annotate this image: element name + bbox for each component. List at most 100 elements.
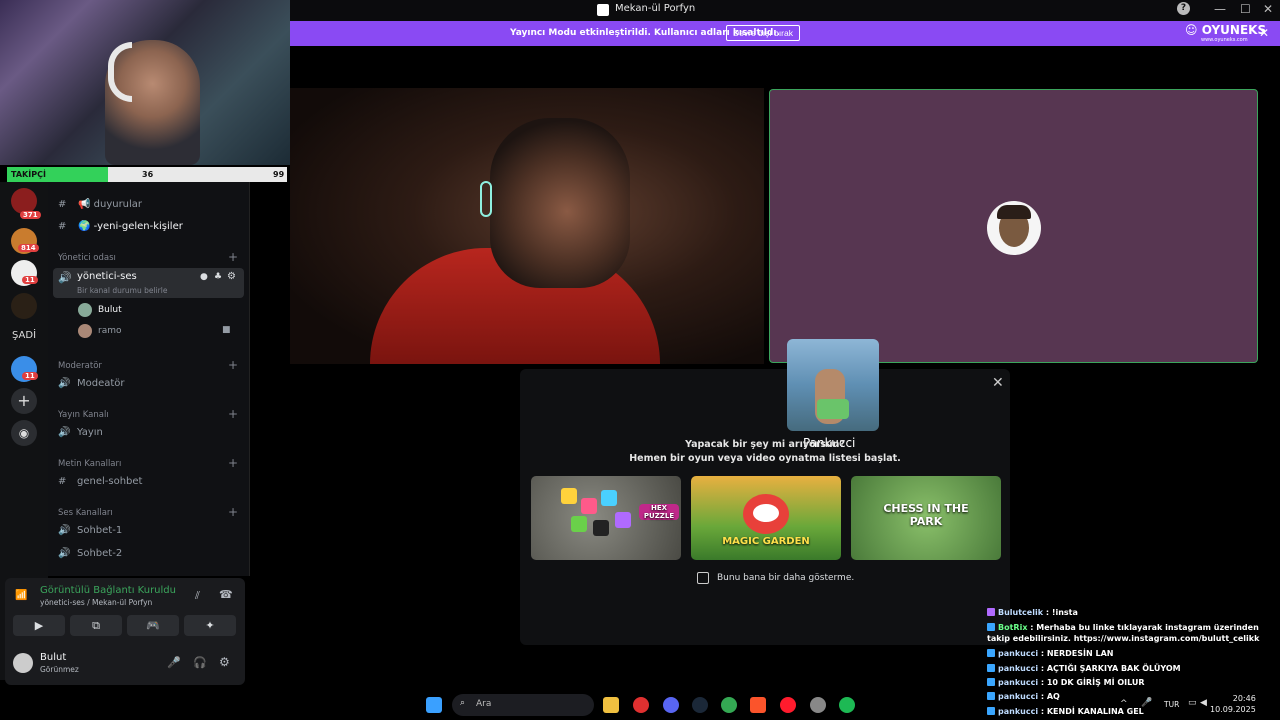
chrome-icon[interactable]: [721, 697, 737, 713]
language-indicator[interactable]: TUR: [1164, 700, 1179, 709]
logo-url: www.oyuneks.com: [1201, 37, 1248, 43]
voice-connection-panel: 📶 Görüntülü Bağlantı Kuruldu yönetici-se…: [5, 578, 245, 685]
file-explorer-icon[interactable]: [603, 697, 619, 713]
game-card-magic-garden[interactable]: MAGIC GARDEN: [691, 476, 841, 560]
badge-icon: [987, 678, 995, 686]
server-badge-5: 11: [22, 372, 38, 380]
obs-icon[interactable]: [810, 697, 826, 713]
microphone-icon[interactable]: 🎤: [167, 656, 181, 669]
dont-show-again-label[interactable]: Bunu bana bir daha gösterme.: [717, 573, 854, 583]
camera-toggle-button[interactable]: ▶: [13, 615, 65, 636]
steam-icon[interactable]: [692, 697, 708, 713]
user-name: Bulut: [40, 652, 67, 663]
category-moderator[interactable]: Moderatör: [58, 361, 102, 371]
chat-message: Bulutcelik : !insta: [987, 607, 1272, 618]
channel-status-hint[interactable]: Bir kanal durumu belirle: [77, 286, 167, 295]
channel-moderator[interactable]: Modeatör: [77, 378, 125, 389]
add-channel-icon[interactable]: +: [228, 250, 238, 264]
headphones-icon[interactable]: 🎧: [193, 656, 207, 669]
taskbar-search[interactable]: ⌕ Ara: [452, 694, 594, 716]
screen-share-button[interactable]: ⧉: [70, 615, 122, 636]
close-icon[interactable]: ✕: [1263, 2, 1273, 16]
youtube-icon[interactable]: [633, 697, 649, 713]
speaker-icon: 🔊: [58, 271, 72, 284]
video-tile-avatar[interactable]: [769, 89, 1258, 363]
user-settings-icon[interactable]: ⚙: [219, 655, 230, 669]
add-channel-icon[interactable]: +: [228, 358, 238, 372]
voice-status[interactable]: Görüntülü Bağlantı Kuruldu: [40, 585, 176, 596]
disconnect-icon[interactable]: ☎: [219, 588, 233, 601]
brave-icon[interactable]: [750, 697, 766, 713]
member-ramo[interactable]: ramo: [98, 326, 122, 336]
signal-icon[interactable]: 📶: [15, 590, 27, 601]
server-icon-4[interactable]: [11, 293, 37, 319]
category-yayin[interactable]: Yayın Kanalı: [58, 410, 109, 420]
clock[interactable]: 20:46 10.09.2025: [1210, 693, 1256, 715]
add-server-icon[interactable]: +: [11, 388, 37, 414]
badge-icon: [987, 664, 995, 672]
maximize-icon[interactable]: ☐: [1240, 2, 1251, 16]
add-channel-icon[interactable]: +: [228, 407, 238, 421]
follower-goal-bar: TAKİPÇİ 36 99: [7, 167, 287, 182]
channel-duyurular[interactable]: 📢 duyurular: [78, 199, 142, 210]
channel-yeni-gelen[interactable]: 🌍 -yeni-gelen-kişiler: [78, 221, 183, 232]
voice-location[interactable]: yönetici-ses / Mekan-ül Porfyn: [40, 598, 152, 607]
follower-goal-label: TAKİPÇİ: [11, 170, 46, 179]
server-text-icon[interactable]: ŞADİ: [12, 330, 36, 341]
banner-close-icon[interactable]: ✕: [1259, 26, 1269, 40]
disable-streamer-mode-button[interactable]: Devre dışı bırak: [726, 25, 800, 41]
channel-yonetici-ses: yönetici-ses: [77, 271, 137, 282]
volume-icon[interactable]: ◀: [1200, 698, 1207, 708]
chat-message: pankucci : NERDESİN LAN: [987, 648, 1272, 659]
add-member-icon[interactable]: ♣: [214, 272, 222, 282]
spotify-icon[interactable]: [839, 697, 855, 713]
speaker-icon: 🔊: [58, 378, 71, 389]
taskbar: ⌕ Ara ^ 🎤 TUR ▭ ◀ 20:46 10.09.2025: [420, 690, 1280, 720]
avatar: [987, 201, 1041, 255]
chat-message: pankucci : AÇTIĞI ŞARKIYA BAK ÖLÜYOM: [987, 663, 1272, 674]
add-channel-icon[interactable]: +: [228, 456, 238, 470]
minimize-icon[interactable]: —: [1214, 2, 1226, 16]
member-bulut[interactable]: Bulut: [98, 305, 122, 315]
avatar[interactable]: [13, 653, 33, 673]
category-yonetici[interactable]: Yönetici odası: [58, 253, 116, 263]
game-card-hex-puzzle[interactable]: HEX PUZZLE: [531, 476, 681, 560]
hash-icon: #: [58, 199, 67, 210]
video-tile-camera[interactable]: [290, 88, 764, 364]
channel-sohbet-2[interactable]: Sohbet-2: [77, 548, 122, 559]
game-title: MAGIC GARDEN: [722, 536, 810, 547]
hash-icon: #: [58, 221, 67, 232]
game-card-chess-in-the-park[interactable]: CHESS IN THE PARK: [851, 476, 1001, 560]
discord-icon[interactable]: [663, 697, 679, 713]
server-badge-1: 371: [20, 211, 41, 219]
add-channel-icon[interactable]: +: [228, 505, 238, 519]
channel-genel-sohbet[interactable]: genel-sohbet: [77, 476, 142, 487]
dont-show-again-checkbox[interactable]: [697, 572, 709, 584]
activity-button[interactable]: 🎮: [127, 615, 179, 636]
discover-icon[interactable]: ◉: [11, 420, 37, 446]
channel-sohbet-1[interactable]: Sohbet-1: [77, 525, 122, 536]
channel-yayin[interactable]: Yayın: [77, 427, 103, 438]
selected-voice-channel[interactable]: 🔊 yönetici-ses Bir kanal durumu belirle …: [53, 268, 244, 298]
head-shape: [490, 118, 630, 288]
headset-light: [480, 181, 492, 217]
chat-icon[interactable]: ●: [200, 272, 208, 282]
start-icon[interactable]: [426, 697, 442, 713]
settings-icon[interactable]: ⚙: [227, 271, 236, 282]
tray-expand-icon[interactable]: ^: [1120, 699, 1128, 709]
noise-suppression-icon[interactable]: ⫽: [195, 589, 200, 603]
webcam-overlay: [0, 0, 290, 165]
category-ses[interactable]: Ses Kanalları: [58, 508, 113, 518]
network-icon[interactable]: ▭: [1188, 698, 1197, 708]
microphone-icon[interactable]: 🎤: [1141, 698, 1152, 708]
opera-icon[interactable]: [780, 697, 796, 713]
close-icon[interactable]: ✕: [992, 375, 1004, 391]
chat-message: pankucci : 10 DK GİRİŞ Mİ OILUR: [987, 677, 1272, 688]
category-metin[interactable]: Metin Kanalları: [58, 459, 121, 469]
badge-icon: [987, 608, 995, 616]
avatar: [78, 324, 92, 338]
soundboard-button[interactable]: ✦: [184, 615, 236, 636]
window-title: Mekan-ül Porfyn: [615, 3, 696, 14]
badge-icon: [987, 649, 995, 657]
help-icon[interactable]: ?: [1177, 2, 1190, 15]
